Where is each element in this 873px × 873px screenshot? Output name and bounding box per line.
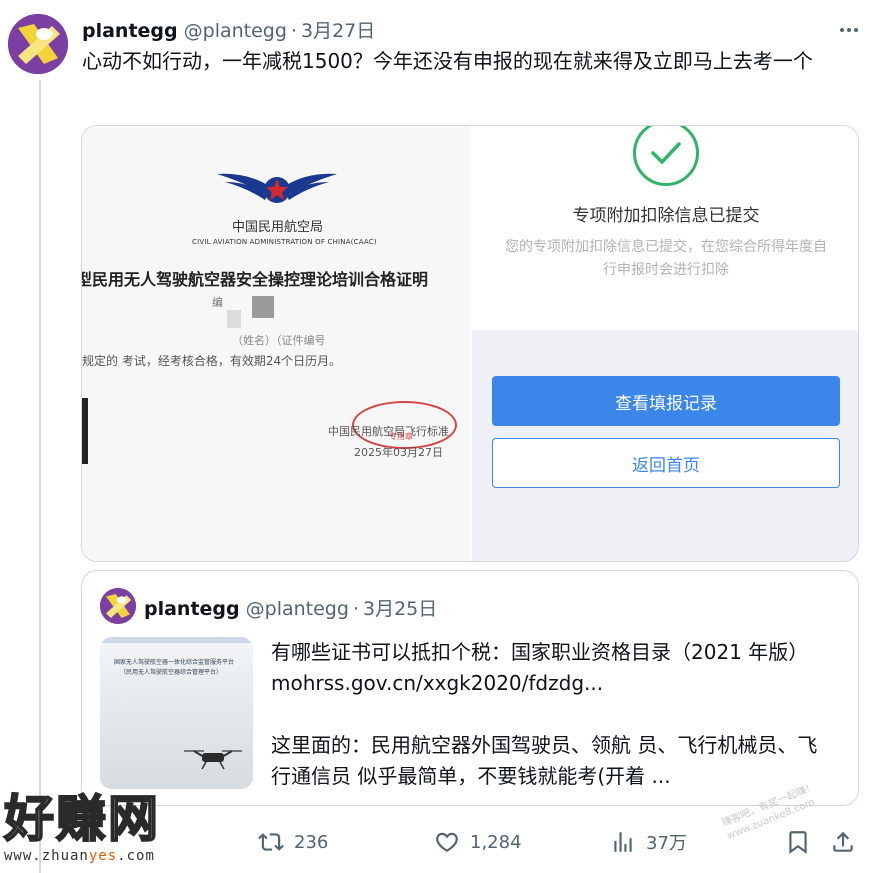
- submission-screenshot[interactable]: 专项附加扣除信息已提交 您的专项附加扣除信息已提交，在您综合所得年度自行申报时会…: [472, 126, 858, 561]
- certificate-issuer: 中国民用航空局飞行标准: [328, 425, 449, 438]
- redaction: [227, 310, 241, 328]
- certificate-date: 2025年03月27日: [354, 446, 443, 459]
- heart-icon: [436, 832, 458, 852]
- bookmark-button[interactable]: [785, 822, 811, 862]
- tweet-text: 心动不如行动，一年减税1500？今年还没有申报的现在就来得及立即马上去考一个: [82, 49, 813, 73]
- certificate-name-label: （姓名）（证件编号: [232, 334, 326, 347]
- retweet-button[interactable]: 236: [258, 822, 328, 862]
- caac-logo: [217, 173, 337, 203]
- check-icon: [633, 126, 699, 186]
- submission-description: 您的专项附加扣除信息已提交，在您综合所得年度自行申报时会进行扣除: [505, 239, 827, 278]
- certificate-number-label: 编: [212, 296, 223, 309]
- thread-line: [39, 80, 41, 873]
- separator: ·: [290, 20, 297, 42]
- submission-title: 专项附加扣除信息已提交: [572, 206, 760, 226]
- quoted-author-name: plantegg: [144, 598, 240, 620]
- retweet-icon: [258, 833, 284, 851]
- view-records-button[interactable]: 查看填报记录: [492, 376, 840, 426]
- certificate-title: 型民用无人驾驶航空器安全操控理论培训合格证明: [82, 270, 429, 289]
- thumbnail-line-2: （民用无人驾驶航空器综合管理平台）: [120, 669, 223, 676]
- views-icon: [614, 832, 632, 852]
- bookmark-icon: [789, 831, 807, 854]
- quoted-header: plantegg @plantegg · 3月25日: [144, 594, 437, 621]
- share-icon: [833, 831, 853, 852]
- views-count: 37万: [646, 833, 687, 854]
- back-home-button[interactable]: 返回首页: [492, 438, 840, 488]
- separator: ·: [352, 598, 359, 620]
- like-button[interactable]: 1,284: [434, 822, 522, 862]
- redaction: [252, 296, 274, 318]
- quoted-paragraph-2: 这里面的：民用航空器外国驾驶员、领航 员、飞行机械员、飞行通信员 似乎最简单，不…: [271, 733, 818, 788]
- avatar[interactable]: [8, 14, 68, 74]
- quoted-author-handle: @plantegg: [245, 598, 349, 620]
- action-bar: 236 1,284 37万: [0, 822, 873, 862]
- tweet-date[interactable]: 3月27日: [301, 16, 375, 43]
- submission-card: 专项附加扣除信息已提交 您的专项附加扣除信息已提交，在您综合所得年度自行申报时会…: [472, 126, 858, 330]
- redaction: [82, 398, 88, 464]
- views-button[interactable]: 37万: [610, 822, 687, 862]
- certificate-body: 规定的 考试，经考核合格，有效期24个日历月。: [82, 354, 342, 368]
- quoted-date: 3月25日: [362, 598, 438, 620]
- more-icon[interactable]: [834, 18, 864, 42]
- drone-icon: [184, 750, 242, 770]
- quoted-tweet[interactable]: plantegg @plantegg · 3月25日 国家无人驾驶航空器一体化综…: [81, 570, 859, 806]
- thumbnail-line-1: 国家无人驾驶航空器一体化综合监管服务平台: [114, 659, 235, 666]
- quoted-thumbnail: 国家无人驾驶航空器一体化综合监管服务平台 （民用无人驾驶航空器综合管理平台）: [100, 637, 253, 789]
- certificate-image[interactable]: 中国民用航空局 CIVIL AVIATION ADMINISTRATION OF…: [82, 126, 470, 561]
- share-button[interactable]: [830, 822, 856, 862]
- author-handle[interactable]: @plantegg: [184, 20, 287, 42]
- author-name[interactable]: plantegg: [82, 20, 178, 42]
- tweet-header: plantegg @plantegg · 3月27日: [82, 16, 375, 42]
- like-count: 1,284: [470, 831, 522, 853]
- certificate-org-cn: 中国民用航空局: [232, 220, 324, 235]
- certificate-org-en: CIVIL AVIATION ADMINISTRATION OF CHINA(C…: [192, 238, 377, 246]
- quoted-avatar: [100, 588, 136, 624]
- retweet-count: 236: [294, 831, 329, 853]
- quoted-paragraph-1: 有哪些证书可以抵扣个税：国家职业资格目录（2021 年版）mohrss.gov.…: [271, 640, 809, 695]
- media-grid: 中国民用航空局 CIVIL AVIATION ADMINISTRATION OF…: [81, 125, 859, 562]
- thumbnail-band: [100, 637, 253, 643]
- avatar-image: [8, 14, 68, 74]
- quoted-text: 有哪些证书可以抵扣个税：国家职业资格目录（2021 年版）mohrss.gov.…: [271, 637, 836, 792]
